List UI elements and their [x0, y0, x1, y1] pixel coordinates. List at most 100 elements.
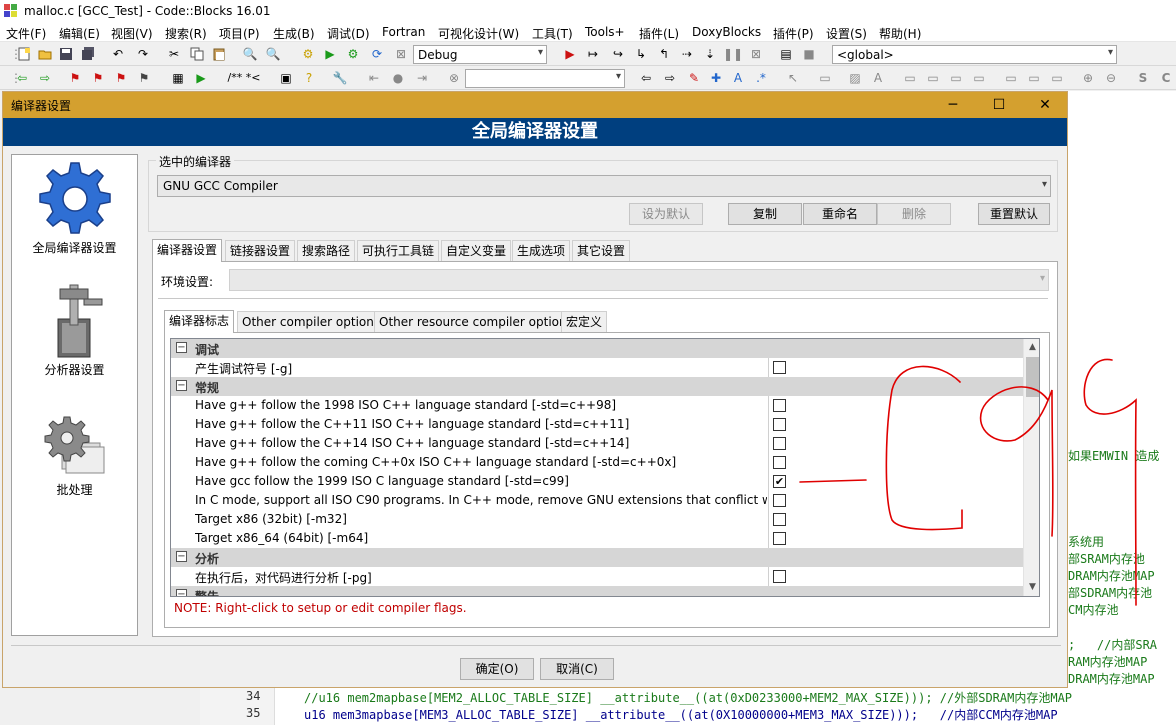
prev-bookmark-icon[interactable]: ⚑ [90, 70, 106, 86]
doxy-run-icon[interactable]: ▶ [193, 70, 209, 86]
menu-build[interactable]: 生成(B) [273, 25, 315, 42]
category-global-compiler[interactable]: 全局编译器设置 [12, 159, 137, 256]
menu-tools-plus[interactable]: Tools+ [585, 25, 625, 39]
debug-icon[interactable]: ▶ [562, 46, 578, 62]
category-batch[interactable]: 批处理 [12, 411, 137, 498]
arrow-left-icon[interactable]: ⇦ [638, 70, 654, 86]
menu-view[interactable]: 视图(V) [111, 25, 153, 42]
align-center-icon[interactable]: ▭ [925, 70, 941, 86]
step-into-icon[interactable]: ↳ [633, 46, 649, 62]
set-default-button[interactable]: 设为默认 [629, 203, 703, 225]
s-icon[interactable]: S [1135, 70, 1151, 86]
menu-debug[interactable]: 调试(D) [327, 25, 370, 42]
category-profiler[interactable]: 分析器设置 [12, 279, 137, 378]
menu-search[interactable]: 搜索(R) [165, 25, 207, 42]
tab-linker-settings[interactable]: 链接器设置 [225, 240, 296, 262]
env-select[interactable]: ▾ [229, 269, 1049, 291]
tab-build-options[interactable]: 生成选项 [512, 240, 571, 262]
run-to-cursor-icon[interactable]: ↦ [585, 46, 601, 62]
align-justify-icon[interactable]: ▭ [971, 70, 987, 86]
rebuild-icon[interactable]: ⟳ [369, 46, 385, 62]
align-right-icon[interactable]: ▭ [948, 70, 964, 86]
tab-search-dirs[interactable]: 搜索路径 [297, 240, 356, 262]
flag-checkbox-checked[interactable]: ✔ [773, 475, 786, 488]
menu-fortran[interactable]: Fortran [382, 25, 425, 39]
dot-icon[interactable]: ● [390, 70, 406, 86]
zoom-out-icon[interactable]: ⊖ [1103, 70, 1119, 86]
rename-button[interactable]: 重命名 [803, 203, 877, 225]
paste-icon[interactable] [211, 46, 227, 62]
menu-help[interactable]: 帮助(H) [879, 25, 921, 42]
select-icon[interactable]: ✚ [708, 70, 724, 86]
last-icon[interactable]: ⇥ [414, 70, 430, 86]
save-icon[interactable] [58, 46, 74, 62]
collapse-icon[interactable]: − [176, 589, 187, 596]
wrench-icon[interactable]: 🔧 [332, 70, 348, 86]
info-icon[interactable]: ■ [801, 46, 817, 62]
flag-checkbox[interactable] [773, 456, 786, 469]
zoom-in-icon[interactable]: ⊕ [1080, 70, 1096, 86]
forbidden-icon[interactable]: ⊗ [446, 70, 462, 86]
collapse-icon[interactable]: − [176, 380, 187, 391]
first-icon[interactable]: ⇤ [366, 70, 382, 86]
menu-settings[interactable]: 设置(S) [826, 25, 867, 42]
tab-other-settings[interactable]: 其它设置 [572, 240, 631, 262]
maximize-icon[interactable]: ☐ [977, 94, 1021, 116]
subtab-other-resource-options[interactable]: Other resource compiler options [374, 311, 578, 333]
help-icon[interactable]: ? [301, 70, 317, 86]
build-run-icon[interactable]: ⚙ [345, 46, 361, 62]
scope-select[interactable]: <global> ▾ [832, 45, 1117, 64]
menu-file[interactable]: 文件(F) [6, 25, 46, 42]
flag-checkbox[interactable] [773, 570, 786, 583]
flag-checkbox[interactable] [773, 361, 786, 374]
cancel-button[interactable]: 取消(C) [540, 658, 614, 680]
open-icon[interactable] [37, 46, 53, 62]
text-icon[interactable]: A [870, 70, 886, 86]
build-gear-icon[interactable]: ⚙ [300, 46, 316, 62]
step-out-icon[interactable]: ↰ [656, 46, 672, 62]
menu-plugins-p[interactable]: 插件(P) [773, 25, 814, 42]
undo-icon[interactable]: ↶ [110, 46, 126, 62]
menu-edit[interactable]: 编辑(E) [59, 25, 100, 42]
compiler-select[interactable]: GNU GCC Compiler ▾ [157, 175, 1051, 197]
flag-checkbox[interactable] [773, 399, 786, 412]
stop-debug-icon[interactable]: ⊠ [748, 46, 764, 62]
bookmark-icon[interactable]: ⚑ [67, 70, 83, 86]
delete-button[interactable]: 删除 [877, 203, 951, 225]
copy-button[interactable]: 复制 [728, 203, 802, 225]
debug-windows-icon[interactable]: ▤ [778, 46, 794, 62]
ok-button[interactable]: 确定(O) [460, 658, 534, 680]
regex-icon[interactable]: .* [753, 70, 769, 86]
flag-checkbox[interactable] [773, 437, 786, 450]
comment-block-button[interactable]: /** *< [224, 70, 264, 86]
run-icon[interactable]: ▶ [322, 46, 338, 62]
subtab-defines[interactable]: 宏定义 [561, 311, 608, 333]
subtab-other-compiler-options[interactable]: Other compiler options [237, 311, 386, 333]
clear-bookmarks-icon[interactable]: ⚑ [136, 70, 152, 86]
rect-icon[interactable]: ▭ [817, 70, 833, 86]
doc-icon[interactable]: ▣ [278, 70, 294, 86]
next-bookmark-icon[interactable]: ⚑ [113, 70, 129, 86]
cut-icon[interactable]: ✂ [166, 46, 182, 62]
image-icon[interactable]: ▨ [847, 70, 863, 86]
symbol-select[interactable]: ▾ [465, 69, 625, 88]
new-file-icon[interactable] [16, 46, 32, 62]
tab-toolchain[interactable]: 可执行工具链 [357, 240, 440, 262]
align-left-icon[interactable]: ▭ [902, 70, 918, 86]
next-line-icon[interactable]: ↪ [610, 46, 626, 62]
forward-icon[interactable]: ⇨ [37, 70, 53, 86]
layout-a-icon[interactable]: ▭ [1003, 70, 1019, 86]
save-all-icon[interactable] [80, 46, 96, 62]
menu-doxyblocks[interactable]: DoxyBlocks [692, 25, 761, 39]
close-icon[interactable]: ✕ [1023, 94, 1067, 116]
collapse-icon[interactable]: − [176, 342, 187, 353]
menu-visual-design[interactable]: 可视化设计(W) [438, 25, 519, 42]
flag-checkbox[interactable] [773, 418, 786, 431]
doxy-wizard-icon[interactable]: ▦ [170, 70, 186, 86]
reset-defaults-button[interactable]: 重置默认 [978, 203, 1050, 225]
font-icon[interactable]: A [730, 70, 746, 86]
flag-checkbox[interactable] [773, 513, 786, 526]
replace-icon[interactable]: 🔍 [265, 46, 281, 62]
minimize-icon[interactable]: ─ [931, 94, 975, 116]
c-icon[interactable]: C [1158, 70, 1174, 86]
